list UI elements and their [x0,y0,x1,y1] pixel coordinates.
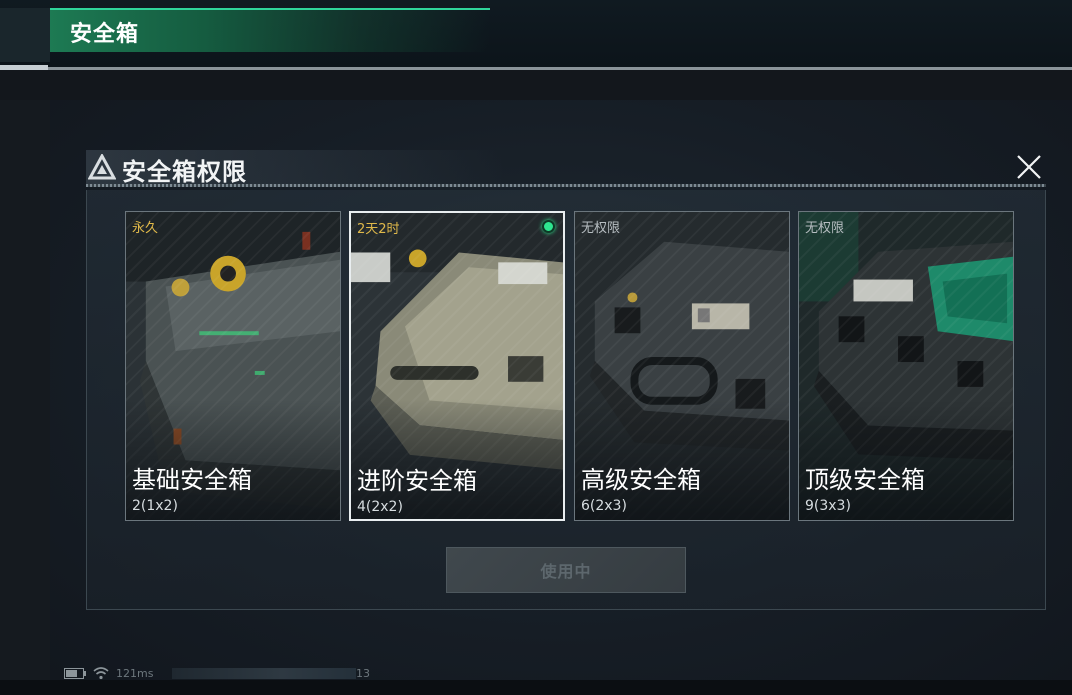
status-bar [0,680,1072,695]
in-use-button[interactable]: 使用中 [446,547,686,593]
safe-box-card-advanced[interactable]: 2天2时 进阶安全箱 4(2x2) [349,211,565,521]
duration-badge: 无权限 [581,221,621,236]
close-icon[interactable] [1012,152,1046,184]
ping-readout: 121ms [116,667,154,680]
safe-box-card-basic[interactable]: 永久 基础安全箱 2(1x2) [125,211,341,521]
left-strip [0,100,50,695]
card-capacity: 6(2x3) [581,498,627,514]
card-capacity: 9(3x3) [805,498,851,514]
duration-badge: 无权限 [805,221,845,236]
safe-box-card-premium[interactable]: 无权限 高级安全箱 6(2x3) [574,211,790,521]
status-gauge [172,668,356,679]
duration-badge: 永久 [132,221,159,236]
card-name: 高级安全箱 [581,466,701,494]
duration-badge: 2天2时 [357,222,400,237]
warning-triangle-icon [88,154,116,180]
card-capacity: 4(2x2) [357,499,403,515]
card-name: 基础安全箱 [132,466,252,494]
card-capacity: 2(1x2) [132,498,178,514]
back-area[interactable] [0,8,50,62]
active-indicator-icon [542,220,555,233]
status-number: 13 [356,667,370,680]
header-shadow [0,70,1072,100]
card-name: 进阶安全箱 [357,467,477,495]
card-name: 顶级安全箱 [805,466,925,494]
page-title: 安全箱 [70,22,140,47]
safe-box-card-elite[interactable]: 无权限 顶级安全箱 9(3x3) [798,211,1014,521]
battery-icon [64,668,86,679]
dialog-header-divider [86,184,1046,187]
top-bar: 安全箱 [0,0,1072,68]
dialog-title: 安全箱权限 [122,158,247,186]
wifi-icon [93,667,109,680]
